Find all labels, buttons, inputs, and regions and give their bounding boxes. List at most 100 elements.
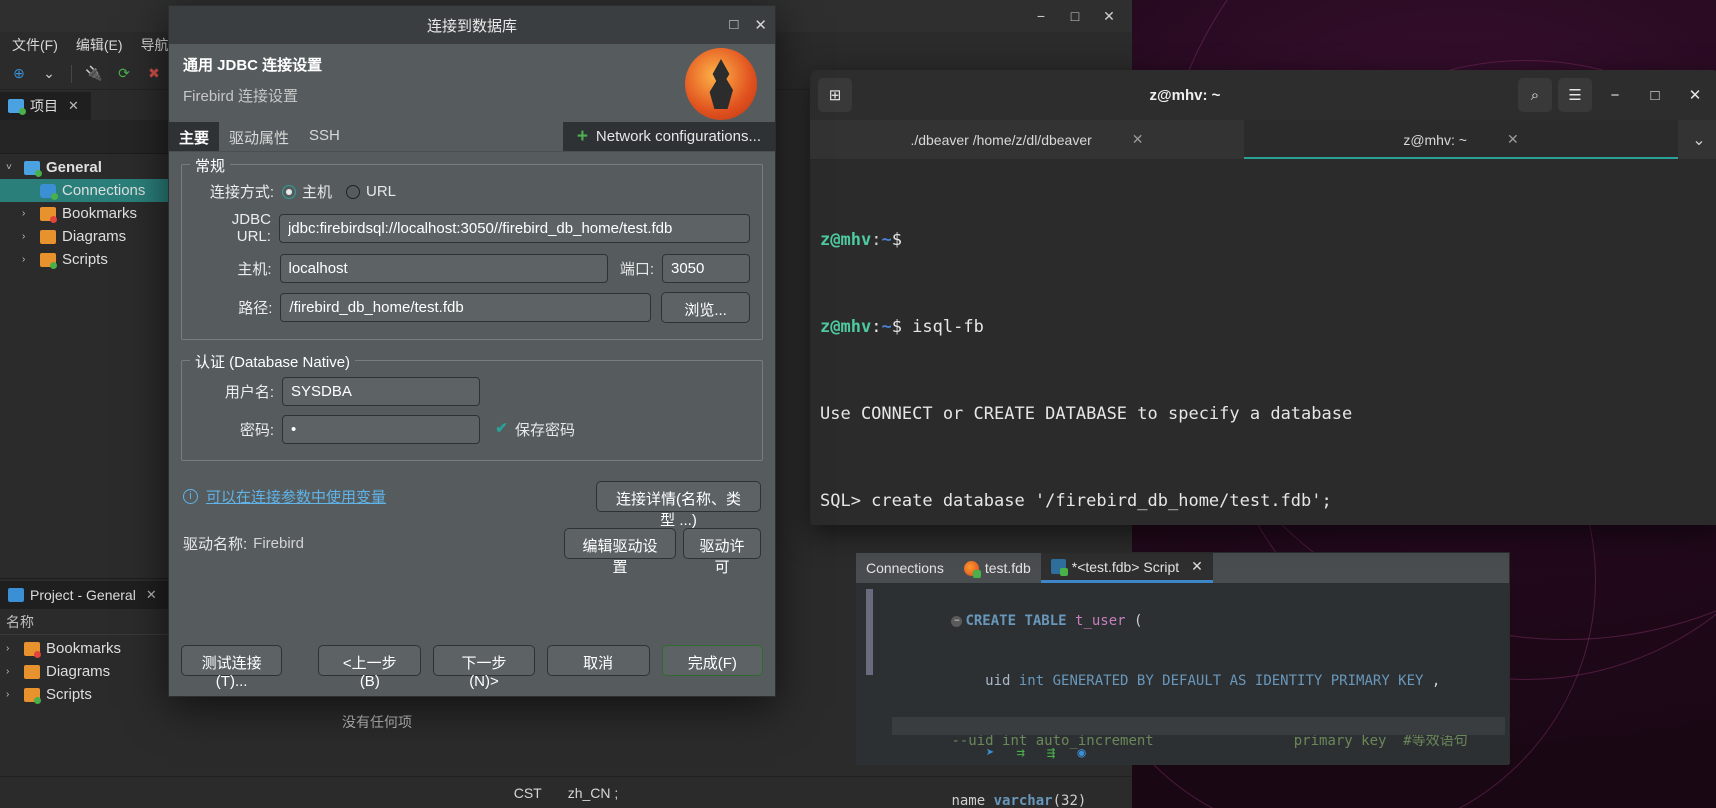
jdbc-url-label: JDBC URL: [231, 211, 271, 245]
driver-row: 驱动名称: Firebird 编辑驱动设置 驱动许可 [183, 528, 761, 576]
toolbar-separator [71, 64, 72, 83]
radio-host-indicator[interactable] [282, 184, 296, 199]
finish-button[interactable]: 完成(F) [661, 644, 763, 676]
terminal-tab-dbeaver-close-icon[interactable]: ✕ [1132, 131, 1144, 148]
dialog-close-icon[interactable]: ✕ [754, 16, 767, 34]
tree-item-connections-label: Connections [62, 182, 146, 199]
terminal-titlebar: ⊞ z@mhv: ~ ⌕ ☰ − □ ✕ [810, 70, 1716, 120]
disconnect-icon[interactable]: ✖ [141, 62, 167, 86]
minimize-icon[interactable]: − [1024, 3, 1058, 29]
prompt-sep: : [871, 317, 882, 337]
auth-group-legend: 认证 (Database Native) [190, 351, 356, 372]
radio-url[interactable]: URL [346, 183, 396, 200]
next-button[interactable]: 下一步(N)> [433, 644, 535, 690]
expand-arrow-icon-b2[interactable]: › [6, 666, 18, 677]
radio-url-label: URL [366, 183, 397, 200]
jdbc-url-row: JDBC URL: [194, 211, 750, 245]
execute-statements-icon[interactable]: ⇶ [1047, 743, 1055, 763]
tab-script[interactable]: *<test.fdb> Script ✕ [1040, 553, 1213, 583]
terminal-close-icon[interactable]: ✕ [1678, 78, 1712, 112]
dialog-title: 连接到数据库 [426, 17, 517, 35]
expand-arrow-bookmarks-icon[interactable]: › [22, 208, 34, 219]
save-password-checkbox[interactable]: ✔ 保存密码 [494, 419, 575, 440]
tab-testfdb[interactable]: test.fdb [954, 553, 1041, 583]
terminal-minimize-icon[interactable]: − [1598, 78, 1632, 112]
password-label: 密码: [239, 422, 274, 439]
browse-button[interactable]: 浏览... [661, 292, 750, 323]
terminal-output[interactable]: z@mhv:~$ z@mhv:~$ isql-fb Use CONNECT or… [810, 160, 1716, 525]
tab-project-general[interactable]: Project - General ✕ [0, 581, 169, 609]
tab-ssh[interactable]: SSH [299, 122, 350, 151]
network-configurations-button[interactable]: + Network configurations... [562, 122, 775, 151]
execute-icon[interactable]: ➤ [986, 743, 994, 763]
terminal-maximize-icon[interactable]: □ [1638, 78, 1672, 112]
terminal-tab-dbeaver[interactable]: ./dbeaver /home/z/dl/dbeaver ✕ [810, 120, 1244, 159]
radio-host[interactable]: 主机 [282, 181, 332, 202]
path-label: 路径: [238, 300, 273, 317]
menu-file[interactable]: 文件(F) [4, 33, 66, 57]
maximize-icon[interactable]: □ [1058, 3, 1092, 29]
prompt-user: z@mhv [820, 230, 872, 250]
username-label: 用户名: [224, 384, 274, 401]
general-icon [24, 160, 42, 177]
expand-arrow-icon-b3[interactable]: › [6, 689, 18, 700]
new-tab-icon[interactable]: ⊞ [818, 78, 852, 112]
variables-hint-link[interactable]: 可以在连接参数中使用变量 [206, 486, 386, 507]
sql-line-4: name varchar(32) [864, 771, 1509, 808]
tab-script-close-icon[interactable]: ✕ [1191, 558, 1203, 575]
menu-icon[interactable]: ☰ [1558, 78, 1592, 112]
sql-line-1-ident: t_user [1066, 613, 1126, 629]
tab-project-close-icon[interactable]: ✕ [68, 98, 79, 114]
radio-url-indicator[interactable] [346, 184, 361, 199]
connection-details-button[interactable]: 连接详情(名称、类型 ...) [596, 481, 761, 529]
test-connection-button[interactable]: 测试连接(T)... [181, 644, 283, 690]
dialog-tabs: 主要 驱动属性 SSH + Network configurations... [169, 122, 775, 152]
list-item-label: Bookmarks [46, 640, 122, 657]
tab-driver-properties[interactable]: 驱动属性 [219, 122, 299, 151]
explain-plan-icon[interactable]: ◉ [1077, 743, 1085, 763]
save-password-label: 保存密码 [515, 422, 576, 439]
terminal-tab-home-close-icon[interactable]: ✕ [1507, 131, 1519, 148]
tab-connections[interactable]: Connections [856, 553, 954, 583]
prompt-dollar: $ [891, 317, 902, 337]
host-input[interactable] [279, 254, 608, 283]
close-icon[interactable]: ✕ [1092, 3, 1126, 29]
expand-arrow-icon-b1[interactable]: › [6, 643, 18, 654]
new-connection-icon[interactable]: ⊕ [6, 62, 32, 86]
password-input[interactable] [282, 415, 480, 444]
cancel-button[interactable]: 取消 [546, 644, 650, 676]
connect-icon[interactable]: 🔌 [81, 62, 107, 86]
search-icon[interactable]: ⌕ [1518, 78, 1552, 112]
terminal-tabs-chevron-down-icon[interactable]: ⌄ [1678, 120, 1716, 159]
tab-project-general-close-icon[interactable]: ✕ [146, 587, 157, 603]
sql-code-area[interactable]: − CREATE TABLE t_user ( uid int GENERATED… [856, 583, 1509, 808]
tab-project[interactable]: 项目 ✕ [0, 92, 91, 120]
connection-mode-label: 连接方式: [209, 184, 274, 201]
edit-driver-settings-button[interactable]: 编辑驱动设置 [564, 528, 676, 576]
host-row: 主机: 端口: [194, 254, 750, 283]
chevron-down-icon[interactable]: ⌄ [36, 62, 62, 86]
expand-arrow-icon[interactable]: ˅ [6, 162, 18, 173]
path-input[interactable] [280, 293, 652, 322]
prompt-path: ~ [881, 230, 892, 250]
expand-arrow-diagrams-icon[interactable]: › [22, 231, 34, 242]
expand-arrow-scripts-icon[interactable]: › [22, 254, 34, 265]
dialog-maximize-icon[interactable]: □ [729, 16, 738, 34]
path-row: 路径: 浏览... [194, 292, 750, 323]
screen-root: − □ ✕ 文件(F) 编辑(E) 导航(N ⊕ ⌄ 🔌 ⟳ ✖ ⌸ 项目 [0, 0, 1716, 808]
driver-license-button[interactable]: 驱动许可 [683, 528, 761, 576]
terminal-tab-home[interactable]: z@mhv: ~ ✕ [1244, 120, 1678, 159]
tab-main[interactable]: 主要 [169, 122, 220, 151]
jdbc-url-input[interactable] [278, 213, 750, 243]
variables-hint-row: i 可以在连接参数中使用变量 连接详情(名称、类型 ...) [183, 481, 761, 529]
sql-line-1-rest: ( [1125, 613, 1143, 629]
username-input[interactable] [282, 377, 480, 406]
refresh-connection-icon[interactable]: ⟳ [111, 62, 137, 86]
port-input[interactable] [662, 254, 750, 283]
menu-edit[interactable]: 编辑(E) [68, 33, 131, 57]
fold-toggle-icon[interactable]: − [951, 615, 963, 627]
execute-script-icon[interactable]: ⇉ [1016, 743, 1024, 763]
back-button[interactable]: <上一步(B) [318, 644, 422, 690]
prompt-sep: : [871, 230, 882, 250]
sql-line-2-rest: , [1423, 673, 1441, 689]
